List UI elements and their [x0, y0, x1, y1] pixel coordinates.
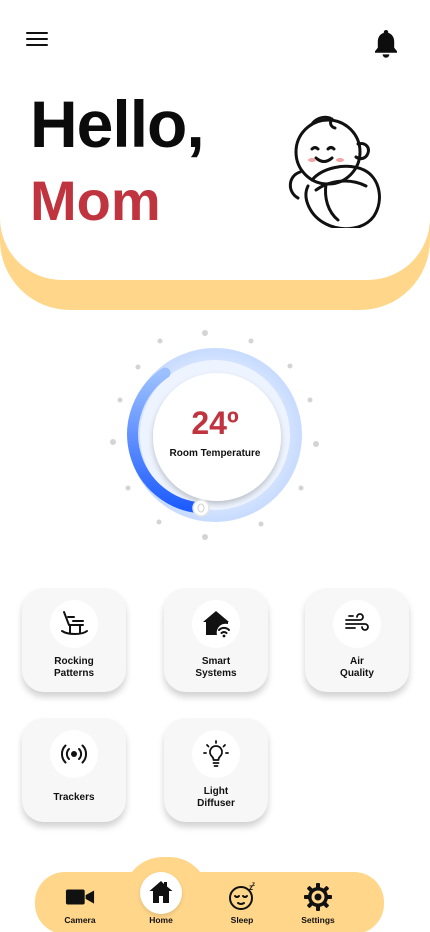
lightbulb-icon — [203, 740, 229, 767]
nav-home[interactable]: Home — [131, 880, 191, 930]
gear-icon — [304, 883, 332, 911]
bell-icon — [375, 30, 397, 58]
rocking-chair-icon — [61, 611, 88, 635]
home-icon — [149, 881, 173, 903]
smart-home-icon — [203, 611, 230, 638]
card-label: Quality — [340, 668, 374, 679]
temperature-label: Room Temperature — [169, 448, 261, 459]
signal-tracker-icon — [61, 744, 87, 764]
nav-settings[interactable]: Settings — [288, 880, 348, 930]
svg-text:z: z — [252, 882, 255, 888]
card-label: Diffuser — [197, 798, 235, 809]
wind-icon — [345, 613, 369, 631]
temperature-value: 24º — [191, 405, 239, 441]
video-camera-icon — [65, 889, 95, 905]
card-label: Systems — [195, 668, 237, 679]
nav-label: Settings — [301, 915, 335, 925]
nav-sleep[interactable]: z z Sleep — [212, 880, 272, 930]
card-label: Trackers — [53, 792, 95, 803]
greeting-text: Hello, — [30, 87, 205, 161]
card-label: Air — [350, 656, 364, 667]
light-diffuser-card[interactable]: Light Diffuser — [164, 718, 268, 822]
nav-label: Sleep — [230, 915, 254, 925]
swaddled-baby-illustration — [288, 115, 381, 228]
rocking-patterns-card[interactable]: Rocking Patterns — [22, 588, 126, 692]
trackers-card[interactable]: Trackers — [22, 718, 126, 822]
user-name: Mom — [30, 169, 161, 232]
nav-label: Camera — [64, 915, 96, 925]
card-label: Smart — [201, 656, 231, 667]
card-label: Rocking — [54, 656, 94, 667]
card-label: Patterns — [53, 668, 94, 679]
menu-button[interactable] — [24, 28, 52, 50]
nav-camera[interactable]: Camera — [50, 880, 110, 930]
hamburger-menu-icon — [26, 32, 48, 34]
notification-button[interactable] — [370, 26, 402, 60]
home-screen: Hello, Mom 24º Room Temperature Rocking … — [0, 0, 430, 932]
air-quality-card[interactable]: Air Quality — [305, 588, 409, 692]
header: Hello, Mom — [0, 0, 430, 280]
card-label: Light — [203, 786, 229, 797]
smart-systems-card[interactable]: Smart Systems — [164, 588, 268, 692]
nav-label: Home — [149, 915, 173, 925]
sleeping-face-icon: z z — [229, 882, 255, 910]
room-temperature-dial[interactable]: 24º Room Temperature — [105, 325, 325, 545]
